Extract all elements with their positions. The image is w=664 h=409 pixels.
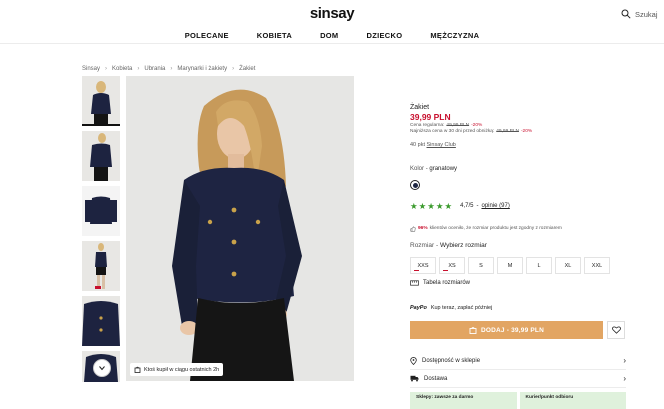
rating-value: 4,7/5 bbox=[460, 203, 474, 210]
stock-badge-text: Ktoś kupił w ciągu ostatnich 2h bbox=[144, 366, 220, 373]
shopping-bag-icon bbox=[469, 326, 477, 334]
breadcrumb-item[interactable]: Kobieta bbox=[112, 66, 132, 72]
lowest-price-value: 49,99 PLN bbox=[496, 129, 519, 134]
club-points-value: 40 pkt bbox=[410, 142, 425, 148]
location-pin-icon bbox=[410, 356, 417, 365]
paypo-row[interactable]: PayPo Kup teraz, zapłać później bbox=[410, 305, 492, 311]
delivery-option-stores: Sklepy: zawsze za darmo bbox=[410, 392, 517, 409]
search-label: Szukaj bbox=[635, 9, 658, 19]
star-icon: ★ bbox=[410, 201, 418, 211]
product-main-image[interactable] bbox=[126, 76, 354, 381]
size-option-m[interactable]: M bbox=[497, 257, 523, 274]
delivery-options: Sklepy: zawsze za darmo Kurier/punkt odb… bbox=[410, 392, 626, 409]
thumbnail-front[interactable] bbox=[82, 76, 120, 126]
nav-item-dziecko[interactable]: DZIECKO bbox=[366, 31, 402, 40]
size-option-s[interactable]: S bbox=[468, 257, 494, 274]
size-fit-note: 96% klientów oceniło, że rozmiar produkt… bbox=[410, 226, 562, 232]
sinsay-logo[interactable]: sinsay bbox=[0, 5, 664, 22]
breadcrumb-item[interactable]: Ubrania bbox=[144, 66, 165, 72]
size-value: Wybierz rozmiar bbox=[440, 242, 487, 249]
nav-item-kobieta[interactable]: KOBIETA bbox=[257, 31, 292, 40]
star-icon: ★ bbox=[435, 201, 444, 211]
delivery-row[interactable]: Dostawa › bbox=[410, 370, 626, 388]
club-points: 40 pkt Sinsay Club bbox=[410, 142, 456, 148]
color-swatch[interactable] bbox=[410, 180, 420, 190]
lowest-price-discount: -20% bbox=[520, 129, 533, 134]
regular-price-label: Cena regularna: bbox=[410, 123, 445, 128]
reviews-link[interactable]: opinie (97) bbox=[481, 203, 509, 209]
add-to-cart-label: DODAJ - 39,99 PLN bbox=[480, 326, 544, 334]
breadcrumb-separator-icon: › bbox=[232, 66, 235, 72]
nav-item-mezczyzna[interactable]: MĘŻCZYZNA bbox=[430, 31, 479, 40]
regular-price-line: Cena regularna: 49,99 PLN -20% bbox=[410, 123, 482, 128]
thumbnail-closeup[interactable] bbox=[82, 296, 120, 346]
chevron-right-icon: › bbox=[623, 356, 626, 365]
size-selector: XXS XS S M L XL XXL bbox=[410, 257, 610, 274]
paypo-text: Kup teraz, zapłać później bbox=[430, 305, 493, 311]
lowest-price-label: Najniższa cena w 30 dni przed obniżką: bbox=[410, 129, 495, 134]
breadcrumb-separator-icon: › bbox=[137, 66, 140, 72]
size-table-label: Tabela rozmiarów bbox=[423, 280, 471, 286]
add-to-cart-button[interactable]: DODAJ - 39,99 PLN bbox=[410, 321, 603, 339]
color-row: Kolor - granatowy bbox=[410, 166, 457, 172]
main-nav: POLECANE KOBIETA DOM DZIECKO MĘŻCZYZNA bbox=[0, 31, 664, 40]
size-row: Rozmiar - Wybierz rozmiar bbox=[410, 242, 487, 249]
wishlist-button[interactable] bbox=[607, 321, 625, 339]
thumbnail-full-body[interactable] bbox=[82, 241, 120, 291]
color-value: granatowy bbox=[429, 166, 458, 172]
product-name: Żakiet bbox=[410, 104, 430, 111]
rating-stars: ★ ★ ★ ★ ★ bbox=[410, 202, 452, 211]
breadcrumb-separator-icon: › bbox=[105, 66, 108, 72]
stock-badge: Ktoś kupił w ciągu ostatnich 2h bbox=[130, 363, 224, 376]
thumbnail-list bbox=[82, 76, 120, 382]
regular-price-discount: -20% bbox=[471, 123, 483, 128]
shopping-bag-icon bbox=[134, 366, 141, 373]
chevron-right-icon: › bbox=[623, 374, 626, 383]
thumbnail-detail[interactable] bbox=[82, 131, 120, 181]
breadcrumb-item[interactable]: Marynarki i żakiety bbox=[177, 66, 227, 72]
star-icon: ★ bbox=[444, 201, 453, 211]
product-price: 39,99 PLN bbox=[410, 112, 451, 122]
lowest-price-line: Najniższa cena w 30 dni przed obniżką: 4… bbox=[410, 129, 532, 134]
size-table-link[interactable]: Tabela rozmiarów bbox=[410, 280, 470, 286]
color-label: Kolor bbox=[410, 166, 425, 172]
breadcrumb-item[interactable]: Sinsay bbox=[82, 66, 100, 72]
ruler-icon bbox=[410, 280, 419, 286]
site-header: sinsay Szukaj POLECANE KOBIETA DOM DZIEC… bbox=[0, 0, 664, 44]
delivery-label: Dostawa bbox=[424, 375, 448, 382]
nav-item-polecane[interactable]: POLECANE bbox=[185, 31, 229, 40]
size-fit-text: klientów oceniło, że rozmiar produktu je… bbox=[429, 226, 562, 231]
star-icon: ★ bbox=[427, 201, 435, 211]
thumbnail-flat[interactable] bbox=[82, 186, 120, 236]
breadcrumb: Sinsay › Kobieta › Ubrania › Marynarki i… bbox=[82, 66, 255, 72]
regular-price-value: 49,99 PLN bbox=[446, 123, 470, 128]
breadcrumb-item[interactable]: Żakiet bbox=[239, 66, 255, 72]
size-option-l[interactable]: L bbox=[526, 257, 552, 274]
size-option-xl[interactable]: XL bbox=[555, 257, 581, 274]
thumbs-up-icon bbox=[410, 226, 416, 232]
search-icon bbox=[621, 9, 631, 19]
store-availability-row[interactable]: Dostępność w sklepie › bbox=[410, 352, 626, 370]
size-option-xxl[interactable]: XXL bbox=[584, 257, 610, 274]
star-icon: ★ bbox=[418, 201, 427, 211]
size-option-xs[interactable]: XS bbox=[439, 257, 465, 274]
chevron-down-icon bbox=[99, 366, 105, 371]
size-label: Rozmiar bbox=[410, 242, 435, 249]
rating-row: ★ ★ ★ ★ ★ 4,7/5 - opinie (97) bbox=[410, 202, 510, 211]
sinsay-club-link[interactable]: Sinsay Club bbox=[427, 142, 456, 148]
breadcrumb-separator-icon: › bbox=[170, 66, 173, 72]
heart-icon bbox=[611, 326, 621, 334]
truck-icon bbox=[410, 375, 419, 382]
rating-separator: - bbox=[476, 203, 479, 210]
thumbnail-scroll-button[interactable] bbox=[93, 359, 111, 377]
nav-item-dom[interactable]: DOM bbox=[320, 31, 338, 40]
size-option-xxs[interactable]: XXS bbox=[410, 257, 436, 274]
paypo-logo: PayPo bbox=[410, 305, 427, 311]
search-box[interactable]: Szukaj bbox=[621, 8, 658, 20]
delivery-option-courier: Kurier/punkt odbioru bbox=[519, 392, 626, 409]
store-availability-label: Dostępność w sklepie bbox=[422, 357, 481, 364]
model-photo bbox=[126, 76, 354, 381]
size-fit-percent: 96% bbox=[418, 226, 428, 231]
